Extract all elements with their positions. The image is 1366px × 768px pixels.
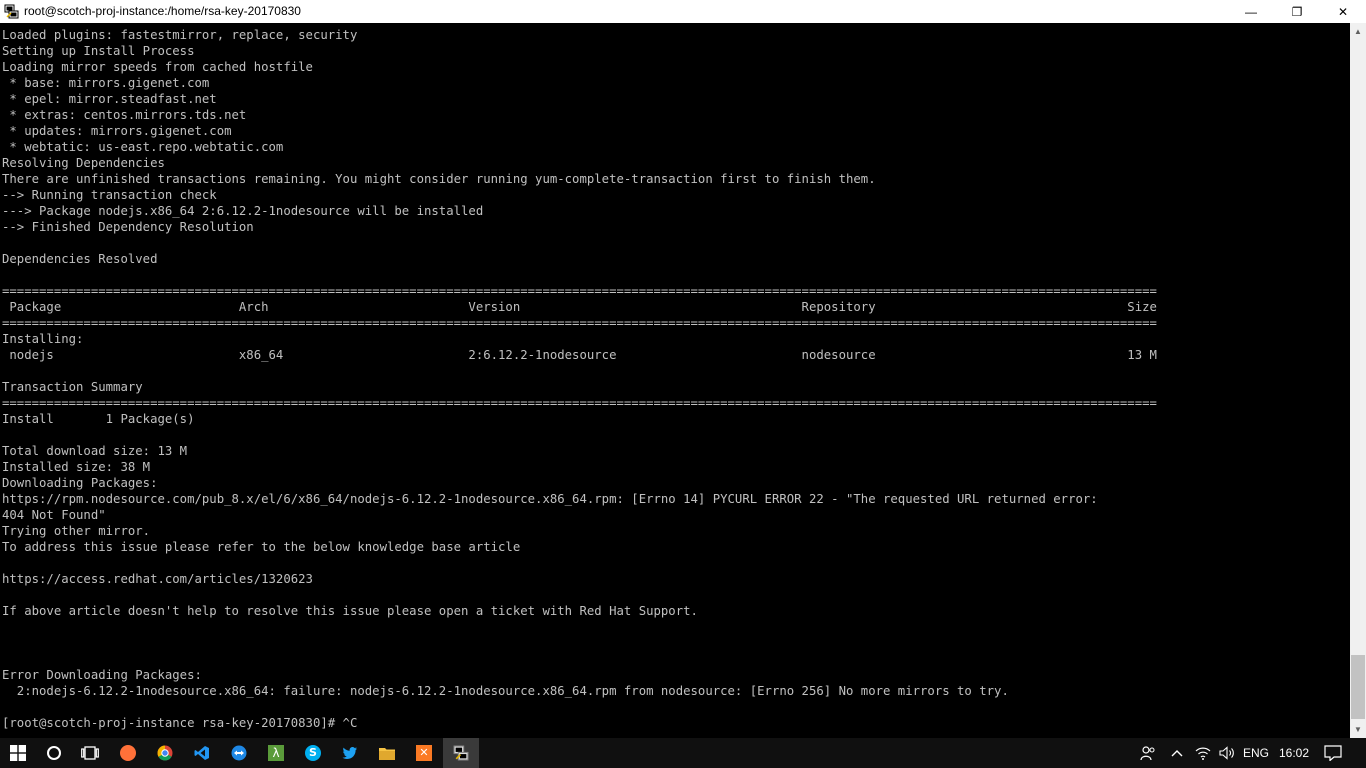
taskbar-xampp[interactable]: ✕ xyxy=(406,738,442,768)
taskbar-lambda-app[interactable]: λ xyxy=(258,738,294,768)
clock[interactable]: 16:02 xyxy=(1272,738,1316,768)
maximize-button[interactable]: ❐ xyxy=(1274,0,1320,23)
title-bar[interactable]: root@scotch-proj-instance:/home/rsa-key-… xyxy=(0,0,1366,23)
search-button[interactable] xyxy=(36,738,72,768)
chrome-icon xyxy=(157,745,173,761)
close-icon: ✕ xyxy=(1337,4,1349,19)
restore-icon: ❐ xyxy=(1291,4,1303,19)
people-icon xyxy=(1140,746,1155,761)
firefox-icon xyxy=(120,745,136,761)
terminal-area[interactable]: Loaded plugins: fastestmirror, replace, … xyxy=(0,23,1350,738)
scroll-up-button[interactable]: ▲ xyxy=(1350,23,1366,40)
start-button[interactable] xyxy=(0,738,36,768)
vertical-scrollbar[interactable]: ▲ ▼ xyxy=(1350,23,1366,738)
windows-logo-icon xyxy=(10,745,26,761)
taskbar-skype[interactable]: S xyxy=(295,738,331,768)
taskbar-teamviewer[interactable] xyxy=(221,738,257,768)
taskbar: λ S ✕ ENG 16:02 xyxy=(0,738,1366,768)
terminal-output: Loaded plugins: fastestmirror, replace, … xyxy=(2,28,1157,730)
scroll-thumb[interactable] xyxy=(1351,655,1365,719)
scroll-down-button[interactable]: ▼ xyxy=(1350,721,1366,738)
minimize-icon: — xyxy=(1245,4,1257,19)
minimize-button[interactable]: — xyxy=(1228,0,1274,23)
language-label: ENG xyxy=(1242,746,1269,760)
folder-icon xyxy=(379,748,395,760)
cortana-icon xyxy=(47,746,61,760)
putty-icon xyxy=(453,745,469,761)
clock-time: 16:02 xyxy=(1278,746,1310,760)
taskbar-vscode[interactable] xyxy=(184,738,220,768)
window-title: root@scotch-proj-instance:/home/rsa-key-… xyxy=(24,4,301,18)
action-center-button[interactable] xyxy=(1318,738,1348,768)
volume-button[interactable] xyxy=(1216,738,1238,768)
taskbar-twitter[interactable] xyxy=(332,738,368,768)
task-view-icon xyxy=(81,746,99,760)
network-button[interactable] xyxy=(1192,738,1214,768)
xampp-icon: ✕ xyxy=(416,745,432,761)
twitter-icon xyxy=(342,747,357,759)
putty-icon xyxy=(4,4,19,19)
people-button[interactable] xyxy=(1136,738,1160,768)
arrow-down-icon: ▼ xyxy=(1354,725,1362,734)
lambda-icon: λ xyxy=(268,745,284,761)
teamviewer-icon xyxy=(231,745,247,761)
taskbar-chrome[interactable] xyxy=(147,738,183,768)
taskbar-putty[interactable] xyxy=(443,738,479,768)
task-view-button[interactable] xyxy=(72,738,108,768)
wifi-icon xyxy=(1195,747,1211,760)
show-hidden-icons-button[interactable] xyxy=(1166,738,1188,768)
skype-icon: S xyxy=(305,745,321,761)
chevron-up-icon xyxy=(1171,750,1183,757)
vscode-icon xyxy=(194,746,209,760)
notification-icon xyxy=(1324,745,1342,761)
speaker-icon xyxy=(1219,746,1234,760)
close-button[interactable]: ✕ xyxy=(1320,0,1366,23)
language-indicator[interactable]: ENG xyxy=(1240,738,1272,768)
arrow-up-icon: ▲ xyxy=(1354,27,1362,36)
taskbar-firefox[interactable] xyxy=(110,738,146,768)
taskbar-file-explorer[interactable] xyxy=(369,738,405,768)
